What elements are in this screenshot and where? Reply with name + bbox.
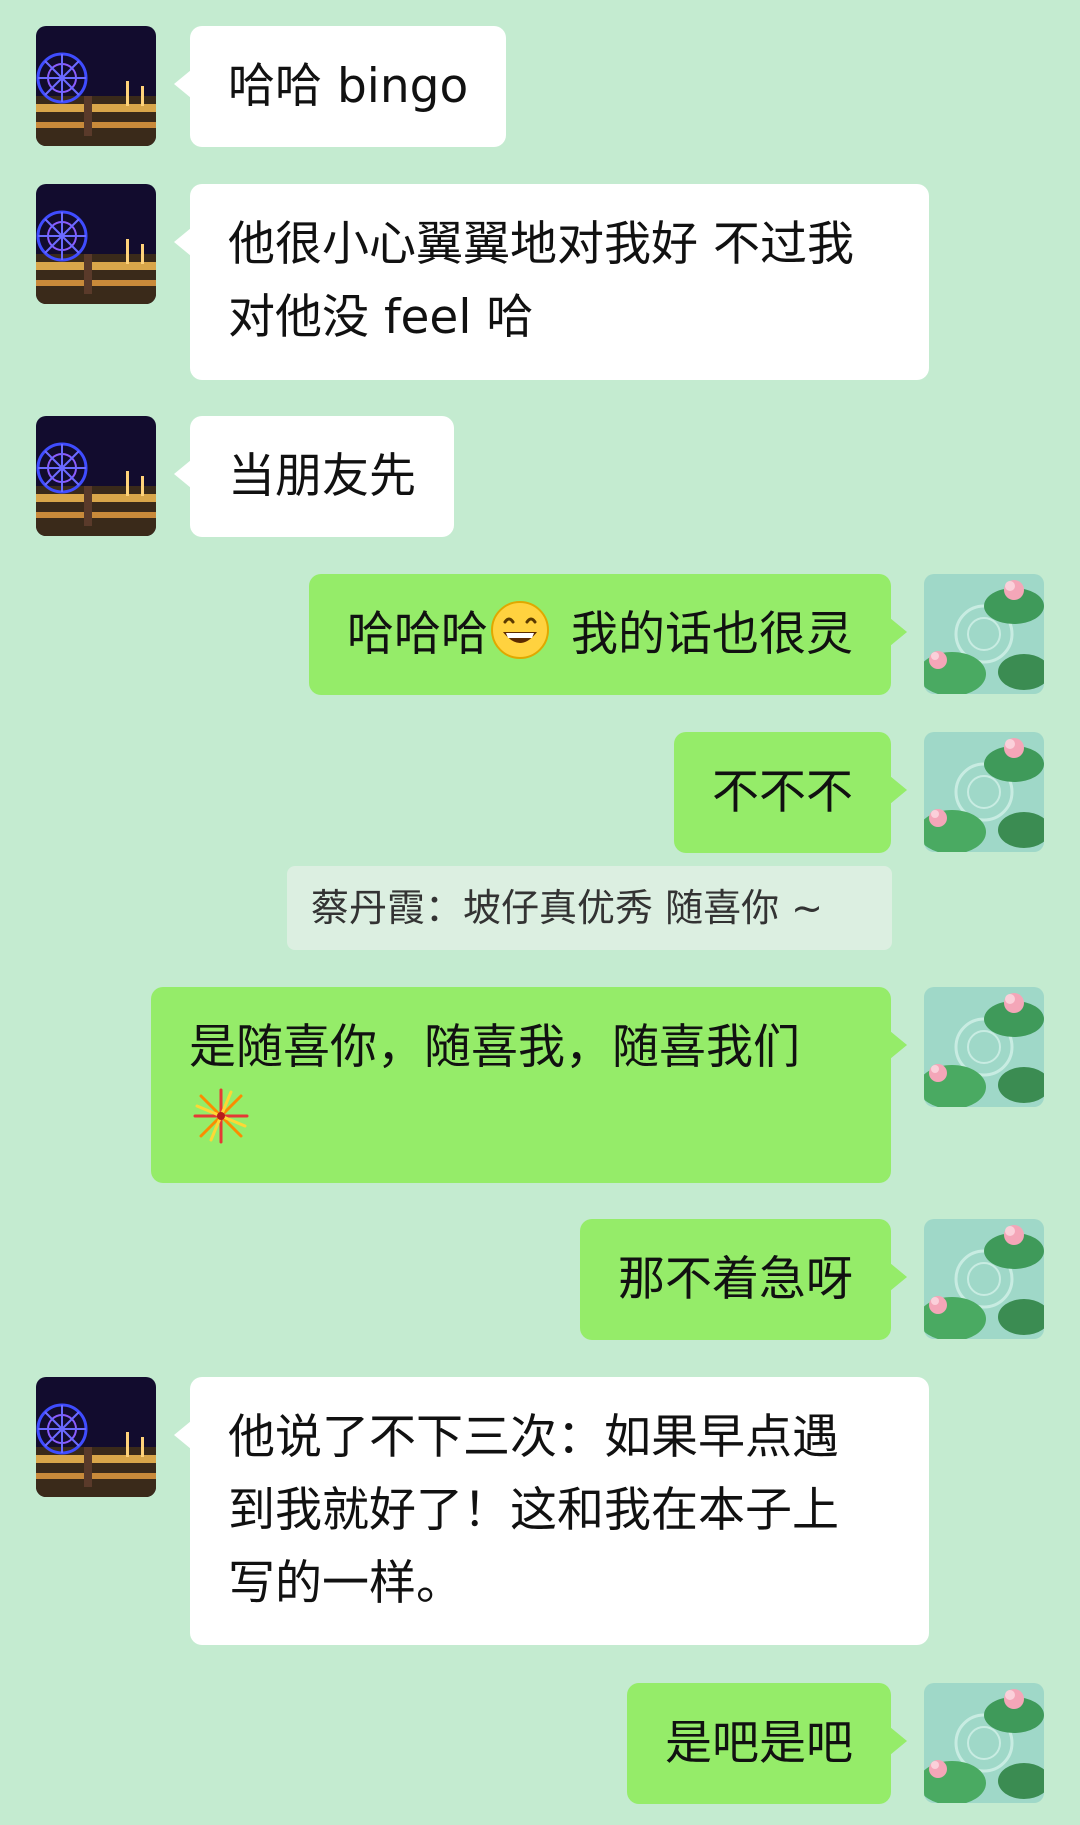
lotus-pond-avatar-icon (924, 1683, 1044, 1803)
message-bubble[interactable]: 哈哈 bingo (173, 26, 507, 147)
message-bubble[interactable]: 不不不 (674, 732, 907, 853)
message-text: 是吧是吧 (665, 1716, 853, 1771)
message-text: 哈哈 bingo (228, 59, 469, 114)
message-bubble[interactable]: 他说了不下三次：如果早点遇 到我就好了！这和我在本子上 写的一样。 (174, 1377, 929, 1645)
quoted-message[interactable]: 蔡丹霞：坡仔真优秀 随喜你 ~ (287, 866, 892, 950)
self-avatar[interactable] (924, 987, 1044, 1107)
fireworks-emoji-icon (193, 1088, 249, 1144)
lotus-pond-avatar-icon (924, 574, 1044, 694)
message-bubble[interactable]: 他很小心翼翼地对我好 不过我 对他没 feel 哈 (174, 184, 929, 380)
lotus-pond-avatar-icon (924, 1219, 1044, 1339)
message-text: 那不着急呀 (618, 1252, 853, 1307)
message-text: 哈哈哈 (347, 607, 489, 662)
lotus-pond-avatar-icon (924, 987, 1044, 1107)
message-emoji-line (189, 1084, 853, 1157)
message-text: 我的话也很灵 (571, 607, 853, 662)
message-text-line: 他很小心翼翼地对我好 不过我 (228, 217, 854, 272)
self-avatar[interactable] (924, 1683, 1044, 1803)
ferris-wheel-night-avatar-icon (36, 26, 156, 146)
self-avatar[interactable] (924, 732, 1044, 852)
contact-avatar[interactable] (36, 26, 156, 146)
message-text-line: 是随喜你，随喜我，随喜我们 (189, 1020, 800, 1075)
ferris-wheel-night-avatar-icon (36, 184, 156, 304)
contact-avatar[interactable] (36, 184, 156, 304)
message-bubble[interactable]: 哈哈哈 我的话也很灵 (309, 574, 907, 695)
message-text-line: 对他没 feel 哈 (228, 290, 534, 345)
contact-avatar[interactable] (36, 416, 156, 536)
self-avatar[interactable] (924, 574, 1044, 694)
self-avatar[interactable] (924, 1219, 1044, 1339)
message-text-line: 写的一样。 (228, 1556, 463, 1611)
ferris-wheel-night-avatar-icon (36, 1377, 156, 1497)
quoted-message-text: 蔡丹霞：坡仔真优秀 随喜你 ~ (311, 886, 823, 930)
message-bubble[interactable]: 当朋友先 (174, 416, 454, 537)
message-bubble[interactable]: 是随喜你，随喜我，随喜我们 (151, 987, 907, 1183)
message-text: 当朋友先 (228, 449, 416, 504)
grinning-face-emoji-icon (491, 601, 550, 659)
message-text-line: 他说了不下三次：如果早点遇 (228, 1410, 839, 1465)
message-text-line: 到我就好了！这和我在本子上 (228, 1483, 839, 1538)
message-bubble[interactable]: 是吧是吧 (627, 1683, 907, 1804)
message-bubble[interactable]: 那不着急呀 (580, 1219, 907, 1340)
message-text: 不不不 (712, 765, 853, 820)
ferris-wheel-night-avatar-icon (36, 416, 156, 536)
contact-avatar[interactable] (36, 1377, 156, 1497)
lotus-pond-avatar-icon (924, 732, 1044, 852)
